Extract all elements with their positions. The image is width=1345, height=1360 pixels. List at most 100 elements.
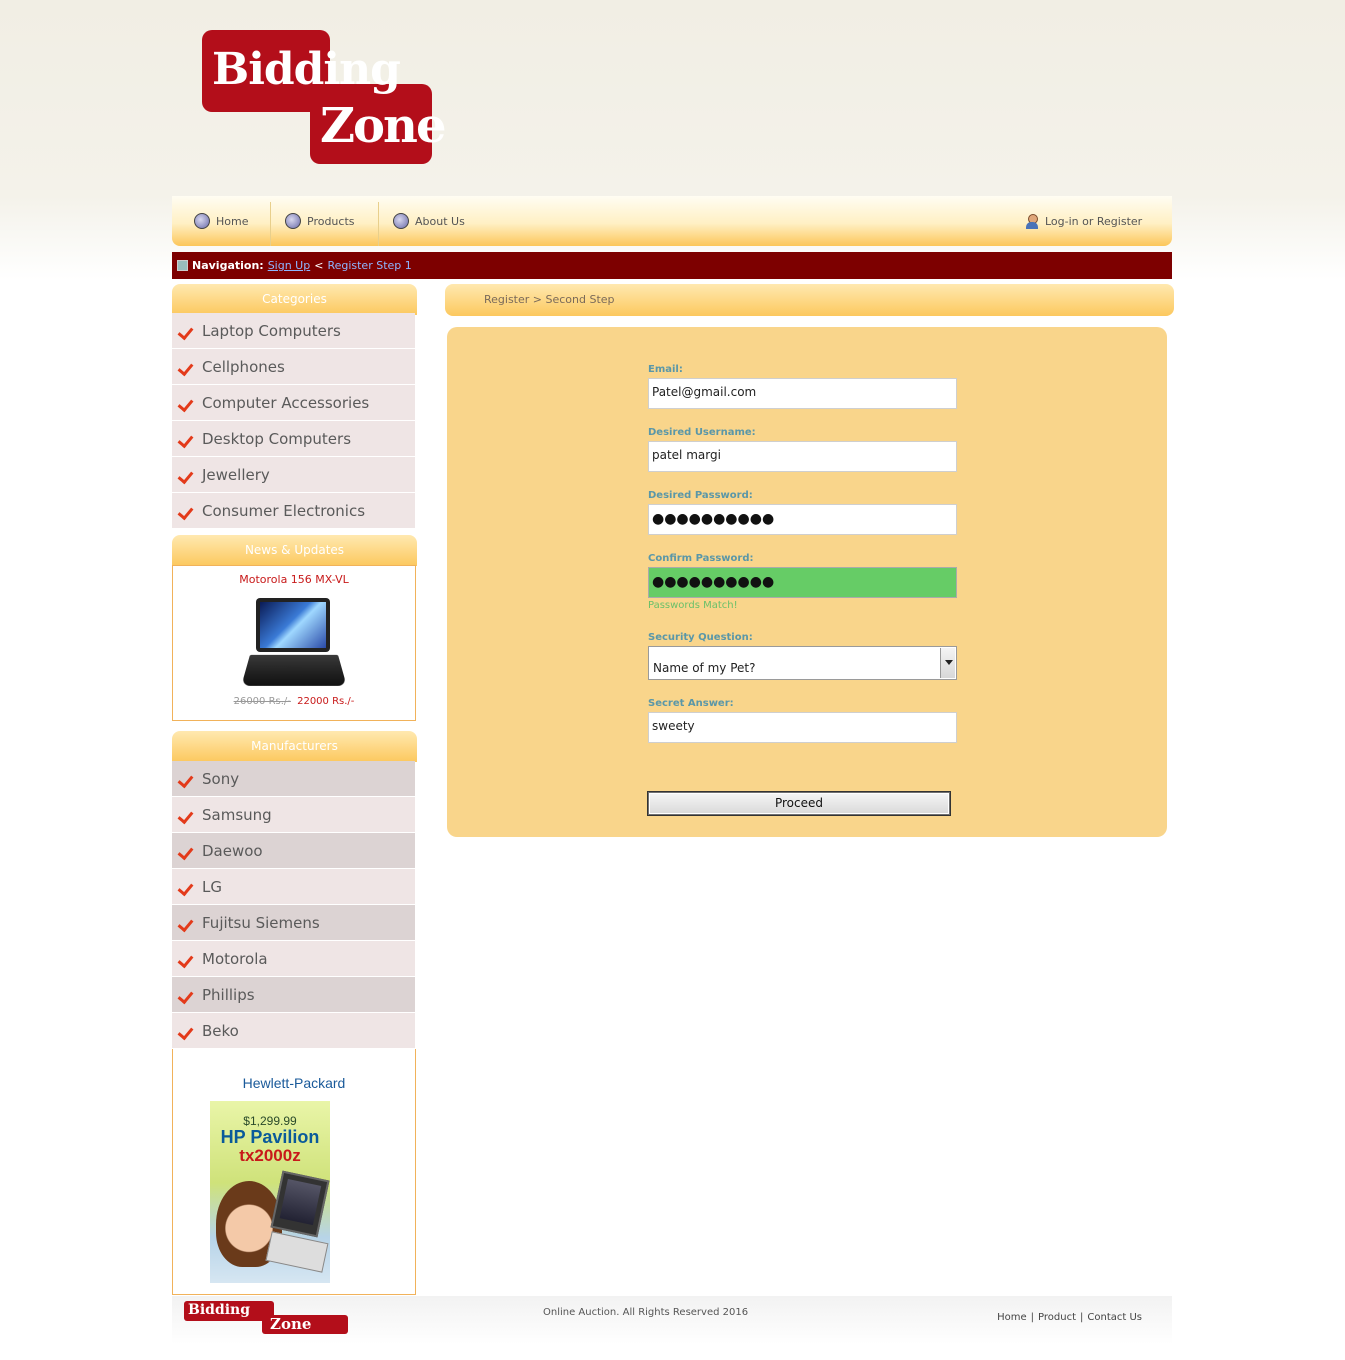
breadcrumb-signup-link[interactable]: Sign Up [268,259,311,272]
checkmark-icon [178,808,196,822]
manufacturer-label: Phillips [202,985,255,1004]
news-price: 26000 Rs./- 22000 Rs./- [173,696,415,707]
nav-divider [378,202,379,246]
category-label: Desktop Computers [202,429,352,448]
breadcrumb-separator: < [314,259,324,272]
email-field[interactable]: Patel@gmail.com [648,378,957,409]
checkmark-icon [178,468,196,482]
site-logo[interactable]: Bidding Zone [202,30,446,164]
new-price: 22000 Rs./- [297,696,355,707]
gear-icon [393,213,409,229]
ad-price: $1,299.99 [243,1114,297,1128]
secret-answer-label: Secret Answer: [648,698,734,709]
ad-product-name: HP Pavilion [220,1127,320,1147]
manufacturer-item[interactable]: Motorola [172,941,415,977]
login-register-label: Log-in or Register [1045,214,1143,228]
proceed-button[interactable]: Proceed [648,792,950,815]
footer-link-contact[interactable]: Contact Us [1087,1312,1142,1323]
manufacturer-label: LG [202,877,222,896]
footer-separator: | [1080,1312,1084,1323]
categories-heading: Categories [172,284,417,315]
news-product-link[interactable]: Motorola 156 MX-VL [173,573,415,586]
checkmark-icon [178,772,196,786]
confirm-password-field[interactable]: ●●●●●●●●●● [648,567,957,598]
manufacturer-item[interactable]: Beko [172,1013,415,1049]
page-title: Register > Second Step [445,284,1174,316]
checkmark-icon [178,916,196,930]
nav-home-label: Home [216,214,249,228]
checkmark-icon [178,432,196,446]
category-item[interactable]: Computer Accessories [172,385,415,421]
breadcrumb-current: Register Step 1 [327,259,412,272]
username-label: Desired Username: [648,427,756,438]
footer-links: Home | Product | Contact Us [997,1312,1142,1323]
manufacturer-item[interactable]: Samsung [172,797,415,833]
nav-about-label: About Us [415,214,465,228]
logo-text-line1: Bidding [212,44,401,95]
password-field[interactable]: ●●●●●●●●●● [648,504,957,535]
manufacturer-label: Beko [202,1021,239,1040]
category-item[interactable]: Consumer Electronics [172,493,415,529]
security-question-label: Security Question: [648,632,753,643]
footer-link-product[interactable]: Product [1038,1312,1076,1323]
breadcrumb-label: Navigation: [192,259,264,272]
ad-tablet-image [270,1170,330,1238]
laptop-product-image[interactable] [241,598,347,690]
category-label: Computer Accessories [202,393,370,412]
checkmark-icon [178,504,196,518]
secret-answer-field[interactable]: sweety [648,712,957,743]
user-icon [1025,213,1039,229]
footer-logo[interactable]: Bidding Zone [184,1301,349,1334]
ad-title[interactable]: Hewlett-Packard [173,1075,415,1091]
password-label: Desired Password: [648,490,753,501]
category-item[interactable]: Cellphones [172,349,415,385]
checkmark-icon [178,396,196,410]
news-box: Motorola 156 MX-VL 26000 Rs./- 22000 Rs.… [172,565,416,721]
category-item[interactable]: Jewellery [172,457,415,493]
manufacturers-list: Sony Samsung Daewoo LG Fujitsu Siemens M… [172,761,415,1049]
nav-home[interactable]: Home [194,196,248,246]
username-field[interactable]: patel margi [648,441,957,472]
security-question-select[interactable]: Name of my Pet? [648,646,957,680]
manufacturer-label: Fujitsu Siemens [202,913,320,932]
checkmark-icon [178,880,196,894]
ad-product-model: tx2000z [239,1146,301,1165]
footer-logo-line1: Bidding [188,1302,251,1318]
nav-products[interactable]: Products [285,196,355,246]
breadcrumb: Navigation: Sign Up < Register Step 1 [172,252,1172,279]
footer-link-home[interactable]: Home [997,1312,1027,1323]
checkmark-icon [178,324,196,338]
manufacturer-label: Sony [202,769,240,788]
manufacturer-label: Samsung [202,805,272,824]
category-item[interactable]: Desktop Computers [172,421,415,457]
category-item[interactable]: Laptop Computers [172,313,415,349]
chevron-down-icon[interactable] [940,648,955,678]
main-nav: Home Products About Us Log-in or Registe… [172,196,1172,246]
manufacturer-item[interactable]: Phillips [172,977,415,1013]
manufacturer-item[interactable]: Daewoo [172,833,415,869]
copyright-text: Online Auction. All Rights Reserved 2016 [543,1307,749,1318]
footer-separator: | [1030,1312,1035,1323]
old-price: 26000 Rs./- [233,696,291,707]
confirm-password-label: Confirm Password: [648,553,754,564]
gear-icon [194,213,210,229]
login-register-link[interactable]: Log-in or Register [1025,196,1142,246]
category-label: Consumer Electronics [202,501,366,520]
security-question-value: Name of my Pet? [653,661,756,675]
manufacturer-item[interactable]: Sony [172,761,415,797]
nav-divider [270,202,271,246]
gear-icon [285,213,301,229]
nav-about[interactable]: About Us [393,196,465,246]
category-label: Laptop Computers [202,321,341,340]
categories-list: Laptop Computers Cellphones Computer Acc… [172,313,415,529]
nav-products-label: Products [307,214,355,228]
footer: Bidding Zone Online Auction. All Rights … [172,1296,1172,1344]
password-match-message: Passwords Match! [648,600,738,611]
manufacturer-label: Daewoo [202,841,263,860]
register-form: Email: Patel@gmail.com Desired Username:… [447,327,1167,837]
checkmark-icon [178,988,196,1002]
news-heading: News & Updates [172,535,417,566]
manufacturer-item[interactable]: Fujitsu Siemens [172,905,415,941]
manufacturer-item[interactable]: LG [172,869,415,905]
ad-banner[interactable]: $1,299.99 HP Pavilion tx2000z [210,1101,330,1283]
